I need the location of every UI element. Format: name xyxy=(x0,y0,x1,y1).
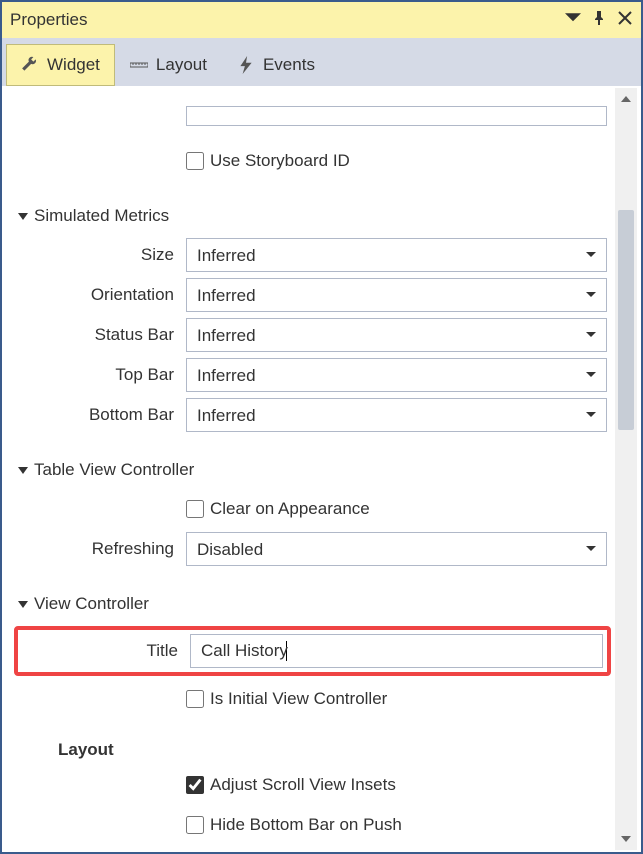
content-area: Use Storyboard ID Simulated Metrics Size… xyxy=(4,88,639,850)
section-label: Simulated Metrics xyxy=(34,206,169,226)
select-refreshing[interactable]: Disabled xyxy=(186,532,607,566)
checkbox-input[interactable] xyxy=(186,152,204,170)
use-storyboard-id-checkbox[interactable]: Use Storyboard ID xyxy=(186,151,607,171)
checkbox-label: Use Storyboard ID xyxy=(210,151,350,171)
highlight-annotation: Title xyxy=(14,626,611,676)
checkbox-input[interactable] xyxy=(186,690,204,708)
select-orientation[interactable]: Inferred xyxy=(186,278,607,312)
checkbox-label: Hide Bottom Bar on Push xyxy=(210,815,402,835)
label-refreshing: Refreshing xyxy=(18,539,186,559)
ruler-icon xyxy=(130,56,148,74)
tab-bar: Widget Layout Events xyxy=(2,38,641,86)
section-simulated-metrics[interactable]: Simulated Metrics xyxy=(18,206,607,226)
label-title: Title xyxy=(22,641,190,661)
tab-label: Widget xyxy=(47,55,100,75)
layout-subheader: Layout xyxy=(58,740,607,760)
scroll-up-arrow[interactable] xyxy=(615,88,637,110)
tab-label: Layout xyxy=(156,55,207,75)
pin-icon[interactable] xyxy=(591,10,607,31)
titlebar: Properties xyxy=(2,2,641,38)
is-initial-checkbox[interactable]: Is Initial View Controller xyxy=(186,689,607,709)
select-statusbar[interactable]: Inferred xyxy=(186,318,607,352)
lightning-icon xyxy=(237,56,255,74)
scrollbar-thumb[interactable] xyxy=(618,210,634,430)
label-topbar: Top Bar xyxy=(18,365,186,385)
select-topbar[interactable]: Inferred xyxy=(186,358,607,392)
section-label: View Controller xyxy=(34,594,149,614)
checkbox-input[interactable] xyxy=(186,776,204,794)
collapse-icon xyxy=(18,599,28,609)
adjust-scroll-checkbox[interactable]: Adjust Scroll View Insets xyxy=(186,775,607,795)
wrench-icon xyxy=(21,56,39,74)
truncated-field[interactable] xyxy=(186,106,607,126)
vertical-scrollbar[interactable] xyxy=(615,88,637,850)
tab-layout[interactable]: Layout xyxy=(115,44,222,86)
scroll-area: Use Storyboard ID Simulated Metrics Size… xyxy=(4,88,613,850)
label-bottombar: Bottom Bar xyxy=(18,405,186,425)
close-icon[interactable] xyxy=(617,10,633,31)
section-table-view-controller[interactable]: Table View Controller xyxy=(18,460,607,480)
label-size: Size xyxy=(18,245,186,265)
section-view-controller[interactable]: View Controller xyxy=(18,594,607,614)
titlebar-controls xyxy=(565,10,633,31)
checkbox-label: Clear on Appearance xyxy=(210,499,370,519)
label-orientation: Orientation xyxy=(18,285,186,305)
dropdown-icon[interactable] xyxy=(565,10,581,31)
checkbox-label: Is Initial View Controller xyxy=(210,689,387,709)
panel-title: Properties xyxy=(10,10,565,30)
scroll-down-arrow[interactable] xyxy=(615,828,637,850)
tab-events[interactable]: Events xyxy=(222,44,330,86)
input-title[interactable] xyxy=(190,634,603,668)
checkbox-label: Adjust Scroll View Insets xyxy=(210,775,396,795)
section-label: Table View Controller xyxy=(34,460,194,480)
checkbox-input[interactable] xyxy=(186,816,204,834)
select-bottombar[interactable]: Inferred xyxy=(186,398,607,432)
clear-on-appearance-checkbox[interactable]: Clear on Appearance xyxy=(186,499,607,519)
tab-widget[interactable]: Widget xyxy=(6,44,115,86)
select-size[interactable]: Inferred xyxy=(186,238,607,272)
hide-bottom-checkbox[interactable]: Hide Bottom Bar on Push xyxy=(186,815,607,835)
label-statusbar: Status Bar xyxy=(18,325,186,345)
collapse-icon xyxy=(18,465,28,475)
tab-label: Events xyxy=(263,55,315,75)
scrollbar-track[interactable] xyxy=(615,110,637,828)
collapse-icon xyxy=(18,211,28,221)
checkbox-input[interactable] xyxy=(186,500,204,518)
